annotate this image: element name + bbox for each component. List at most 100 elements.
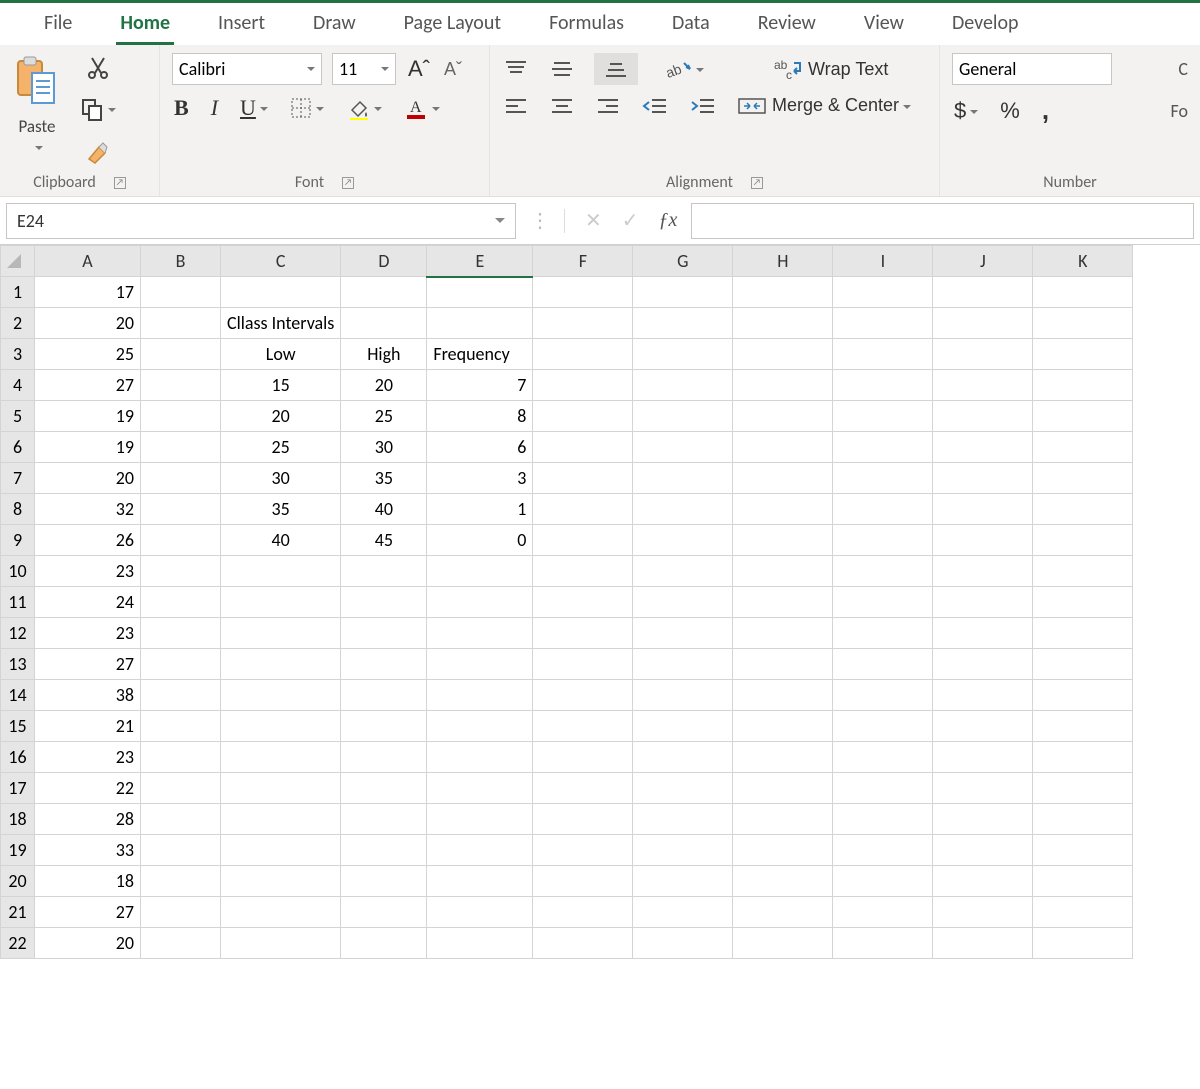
cell-J18[interactable] — [933, 804, 1033, 835]
cell-F1[interactable] — [533, 277, 633, 308]
cell-E16[interactable] — [427, 742, 533, 773]
cell-D2[interactable] — [341, 308, 427, 339]
cell-H8[interactable] — [733, 494, 833, 525]
cell-B19[interactable] — [141, 835, 221, 866]
row-header-17[interactable]: 17 — [1, 773, 35, 804]
cell-A8[interactable]: 32 — [35, 494, 141, 525]
cell-H3[interactable] — [733, 339, 833, 370]
cell-G5[interactable] — [633, 401, 733, 432]
cell-I9[interactable] — [833, 525, 933, 556]
orientation-button[interactable]: ab — [664, 55, 706, 83]
tab-review[interactable]: Review — [754, 9, 820, 45]
cell-K7[interactable] — [1033, 463, 1133, 494]
cell-J9[interactable] — [933, 525, 1033, 556]
cell-H14[interactable] — [733, 680, 833, 711]
cell-B12[interactable] — [141, 618, 221, 649]
cell-K10[interactable] — [1033, 556, 1133, 587]
cell-E15[interactable] — [427, 711, 533, 742]
cell-K12[interactable] — [1033, 618, 1133, 649]
cell-E10[interactable] — [427, 556, 533, 587]
cell-J4[interactable] — [933, 370, 1033, 401]
column-header-A[interactable]: A — [35, 246, 141, 277]
tab-develop[interactable]: Develop — [948, 9, 1023, 45]
cell-J2[interactable] — [933, 308, 1033, 339]
column-header-J[interactable]: J — [933, 246, 1033, 277]
cell-D14[interactable] — [341, 680, 427, 711]
cell-J11[interactable] — [933, 587, 1033, 618]
cell-E18[interactable] — [427, 804, 533, 835]
format-as-table-trunc[interactable]: Fo — [1170, 100, 1188, 122]
alignment-dialog-launcher[interactable]: ↗ — [751, 177, 763, 189]
cell-B14[interactable] — [141, 680, 221, 711]
cell-D17[interactable] — [341, 773, 427, 804]
cell-E17[interactable] — [427, 773, 533, 804]
cell-H5[interactable] — [733, 401, 833, 432]
cell-D18[interactable] — [341, 804, 427, 835]
cell-K20[interactable] — [1033, 866, 1133, 897]
tab-draw[interactable]: Draw — [309, 9, 360, 45]
cell-I20[interactable] — [833, 866, 933, 897]
cell-G15[interactable] — [633, 711, 733, 742]
cell-D20[interactable] — [341, 866, 427, 897]
cell-H15[interactable] — [733, 711, 833, 742]
cell-B16[interactable] — [141, 742, 221, 773]
font-dialog-launcher[interactable]: ↗ — [342, 177, 354, 189]
cell-C3[interactable]: Low — [221, 339, 341, 370]
cell-D7[interactable]: 35 — [341, 463, 427, 494]
cell-J21[interactable] — [933, 897, 1033, 928]
clipboard-dialog-launcher[interactable]: ↗ — [114, 177, 126, 189]
align-top-button[interactable] — [502, 57, 530, 81]
cell-I7[interactable] — [833, 463, 933, 494]
cell-D11[interactable] — [341, 587, 427, 618]
cell-J15[interactable] — [933, 711, 1033, 742]
cell-A19[interactable]: 33 — [35, 835, 141, 866]
row-header-14[interactable]: 14 — [1, 680, 35, 711]
cell-K15[interactable] — [1033, 711, 1133, 742]
comma-format-button[interactable]: , — [1040, 93, 1051, 128]
cell-C21[interactable] — [221, 897, 341, 928]
accounting-format-button[interactable]: $ — [952, 96, 980, 126]
font-size-combo[interactable]: 11 — [332, 53, 396, 85]
cell-K21[interactable] — [1033, 897, 1133, 928]
cell-A20[interactable]: 18 — [35, 866, 141, 897]
cell-F7[interactable] — [533, 463, 633, 494]
cell-G2[interactable] — [633, 308, 733, 339]
row-header-8[interactable]: 8 — [1, 494, 35, 525]
cell-B20[interactable] — [141, 866, 221, 897]
cell-G1[interactable] — [633, 277, 733, 308]
cell-I14[interactable] — [833, 680, 933, 711]
cell-F19[interactable] — [533, 835, 633, 866]
cell-K14[interactable] — [1033, 680, 1133, 711]
cell-A22[interactable]: 20 — [35, 928, 141, 959]
cell-B11[interactable] — [141, 587, 221, 618]
cell-D19[interactable] — [341, 835, 427, 866]
cell-D6[interactable]: 30 — [341, 432, 427, 463]
format-painter-button[interactable] — [78, 137, 118, 167]
cell-D13[interactable] — [341, 649, 427, 680]
cell-B17[interactable] — [141, 773, 221, 804]
cell-I13[interactable] — [833, 649, 933, 680]
cell-I2[interactable] — [833, 308, 933, 339]
cell-F3[interactable] — [533, 339, 633, 370]
percent-format-button[interactable]: % — [998, 96, 1022, 126]
column-header-G[interactable]: G — [633, 246, 733, 277]
column-header-D[interactable]: D — [341, 246, 427, 277]
align-bottom-button[interactable] — [594, 53, 638, 85]
cell-F18[interactable] — [533, 804, 633, 835]
column-header-C[interactable]: C — [221, 246, 341, 277]
cell-K11[interactable] — [1033, 587, 1133, 618]
cell-I10[interactable] — [833, 556, 933, 587]
row-header-5[interactable]: 5 — [1, 401, 35, 432]
cell-A11[interactable]: 24 — [35, 587, 141, 618]
cell-H20[interactable] — [733, 866, 833, 897]
cell-I6[interactable] — [833, 432, 933, 463]
cell-F13[interactable] — [533, 649, 633, 680]
cell-E21[interactable] — [427, 897, 533, 928]
cell-D1[interactable] — [341, 277, 427, 308]
row-header-10[interactable]: 10 — [1, 556, 35, 587]
cell-C19[interactable] — [221, 835, 341, 866]
cell-K5[interactable] — [1033, 401, 1133, 432]
cell-B2[interactable] — [141, 308, 221, 339]
cell-A15[interactable]: 21 — [35, 711, 141, 742]
align-right-button[interactable] — [594, 94, 622, 118]
